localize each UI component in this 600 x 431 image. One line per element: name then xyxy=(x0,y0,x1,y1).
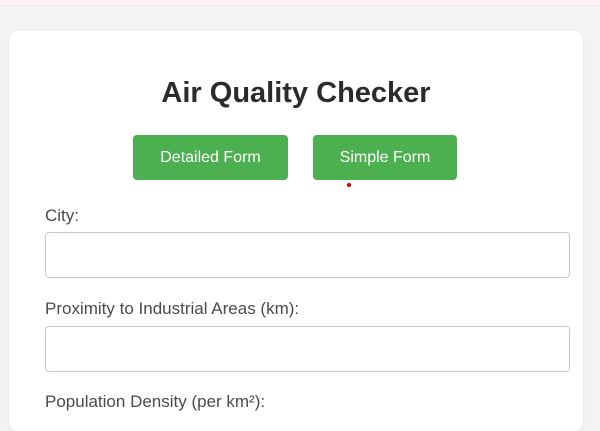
proximity-label: Proximity to Industrial Areas (km): xyxy=(45,299,300,318)
city-input[interactable] xyxy=(45,232,570,278)
simple-form-button[interactable]: Simple Form xyxy=(313,135,457,180)
population-density-label: Population Density (per km²): xyxy=(45,392,266,411)
detailed-form-button[interactable]: Detailed Form xyxy=(133,135,288,180)
city-label: City: xyxy=(45,206,79,225)
proximity-input[interactable] xyxy=(45,326,570,372)
cursor-marker xyxy=(347,183,351,187)
page-title: Air Quality Checker xyxy=(161,77,431,109)
top-strip xyxy=(0,0,600,6)
form-card: Air Quality Checker Detailed Form Simple… xyxy=(9,31,583,431)
